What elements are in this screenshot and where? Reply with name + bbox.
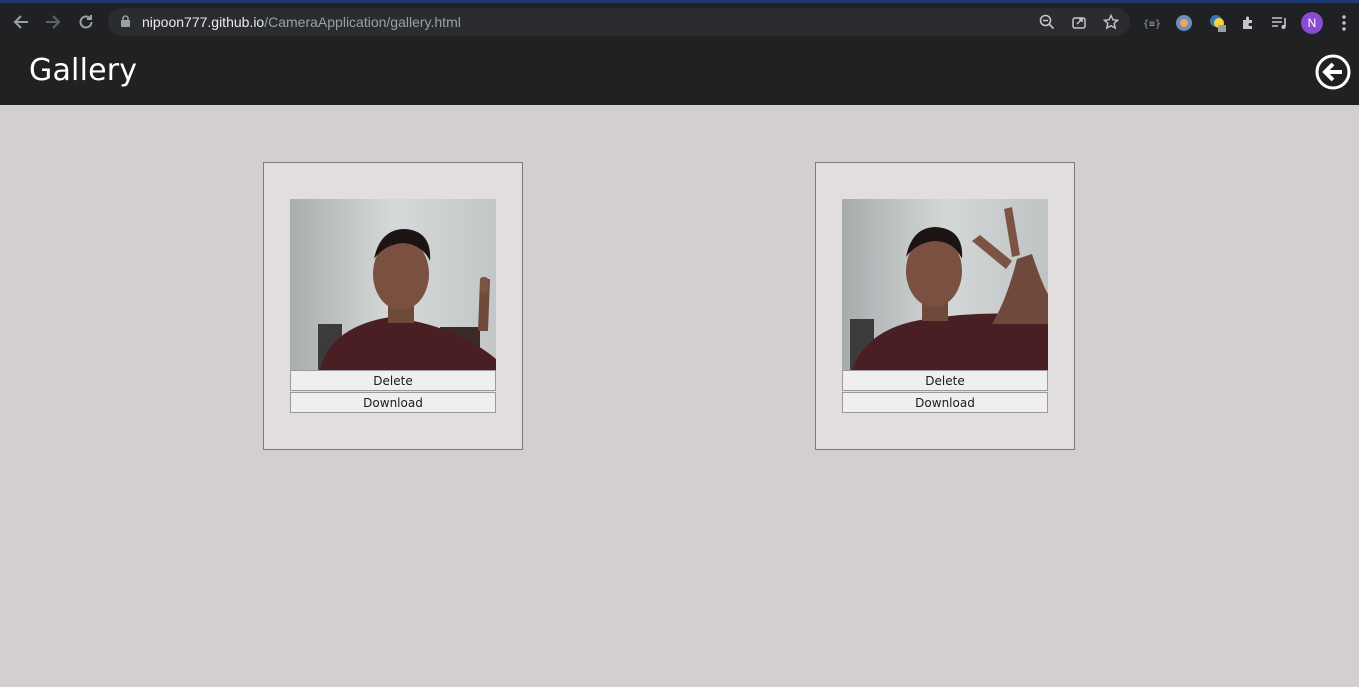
bookmark-star-icon[interactable] (1102, 13, 1120, 31)
delete-button[interactable]: Delete (842, 370, 1048, 391)
forward-arrow-icon[interactable] (40, 9, 66, 35)
url-text[interactable]: nipoon777.github.io/CameraApplication/ga… (142, 14, 461, 30)
download-button[interactable]: Download (290, 392, 496, 413)
address-bar[interactable]: nipoon777.github.io/CameraApplication/ga… (108, 8, 1130, 36)
share-icon[interactable] (1070, 13, 1088, 31)
page-title: Gallery (29, 53, 138, 88)
url-host: nipoon777.github.io (142, 14, 265, 30)
media-queue-icon[interactable] (1270, 13, 1290, 33)
profile-avatar[interactable]: N (1301, 12, 1323, 34)
back-circle-arrow-icon[interactable] (1315, 54, 1351, 90)
extensions-puzzle-icon[interactable] (1238, 13, 1258, 33)
zoom-icon[interactable] (1038, 13, 1056, 31)
download-button[interactable]: Download (842, 392, 1048, 413)
gallery-card: Delete Download (263, 162, 523, 450)
url-path: /CameraApplication/gallery.html (264, 14, 461, 30)
browser-toolbar: nipoon777.github.io/CameraApplication/ga… (0, 0, 1359, 39)
lock-icon (120, 15, 131, 33)
reload-icon[interactable] (73, 9, 99, 35)
app-header: Gallery (0, 39, 1359, 105)
json-extension-icon[interactable]: {≡} (1142, 13, 1162, 33)
colorful-extension-icon[interactable] (1174, 13, 1194, 33)
menu-kebab-icon[interactable] (1334, 13, 1354, 33)
captured-photo (842, 199, 1048, 370)
back-arrow-icon[interactable] (8, 9, 34, 35)
captured-photo (290, 199, 496, 370)
python-extension-icon[interactable] (1208, 13, 1228, 33)
gallery-card: Delete Download (815, 162, 1075, 450)
delete-button[interactable]: Delete (290, 370, 496, 391)
svg-text:{≡}: {≡} (1143, 19, 1161, 30)
